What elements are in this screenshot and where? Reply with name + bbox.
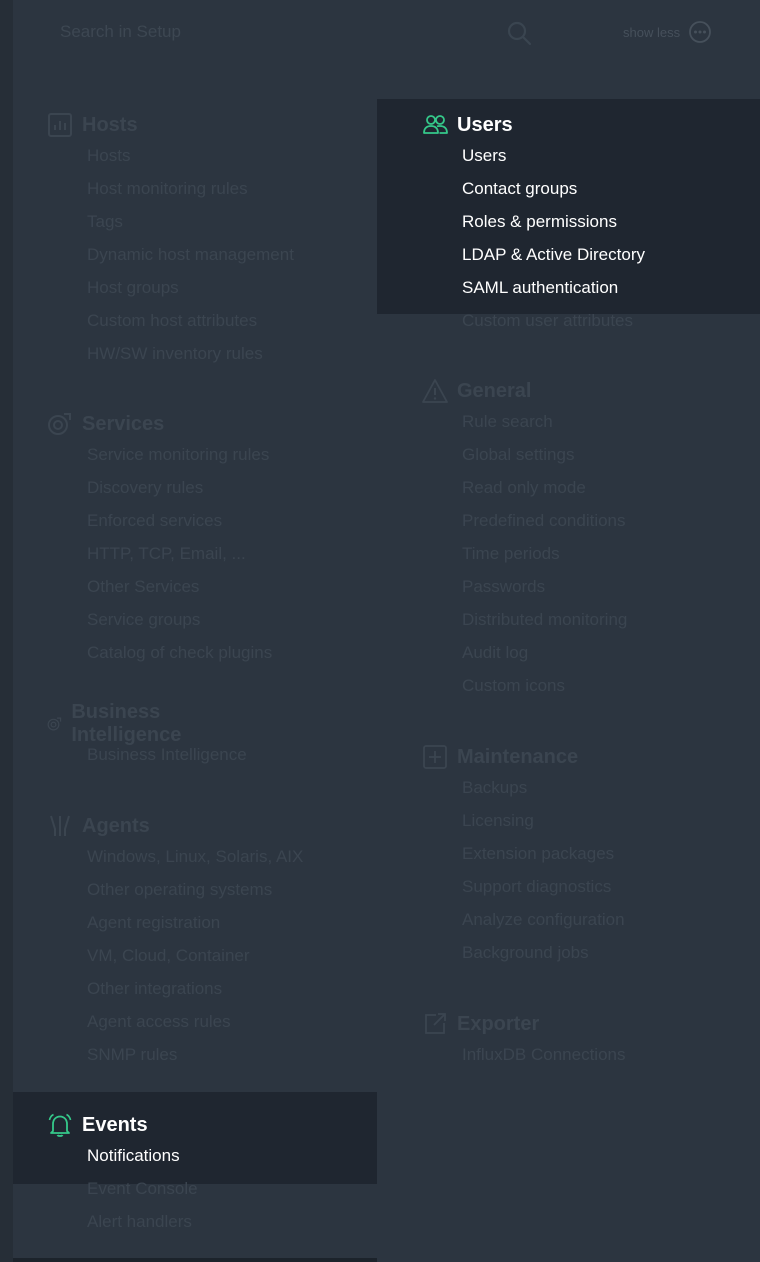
- menu-item-catalog-of-check-plugins[interactable]: Catalog of check plugins: [87, 636, 272, 669]
- group-services-items: Service monitoring rules Discovery rules…: [87, 438, 272, 669]
- group-services-header[interactable]: Services: [47, 410, 164, 438]
- menu-item-contact-groups[interactable]: Contact groups: [462, 172, 645, 205]
- search-bar: show less: [13, 0, 760, 64]
- menu-item-distributed-monitoring[interactable]: Distributed monitoring: [462, 603, 627, 636]
- menu-item-agent-access-rules[interactable]: Agent access rules: [87, 1005, 303, 1038]
- search-input[interactable]: [47, 14, 573, 50]
- group-hosts-header[interactable]: Hosts: [47, 111, 138, 139]
- menu-item-passwords[interactable]: Passwords: [462, 570, 627, 603]
- warning-icon: [422, 379, 448, 403]
- menu-item-dynamic-host-management[interactable]: Dynamic host management: [87, 238, 294, 271]
- left-edge-strip: [0, 0, 13, 1262]
- menu-item-tags[interactable]: Tags: [87, 205, 294, 238]
- menu-item-custom-user-attributes[interactable]: Custom user attributes: [462, 304, 645, 337]
- menu-item-global-settings[interactable]: Global settings: [462, 438, 627, 471]
- menu-item-alert-handlers[interactable]: Alert handlers: [87, 1205, 198, 1238]
- menu-item-roles-permissions[interactable]: Roles & permissions: [462, 205, 645, 238]
- search-icon[interactable]: [506, 20, 532, 46]
- menu-item-ldap-active-directory[interactable]: LDAP & Active Directory: [462, 238, 645, 271]
- menu-item-service-monitoring-rules[interactable]: Service monitoring rules: [87, 438, 272, 471]
- menu-item-custom-icons[interactable]: Custom icons: [462, 669, 627, 702]
- group-users-header[interactable]: Users: [422, 111, 513, 139]
- menu-item-support-diagnostics[interactable]: Support diagnostics: [462, 870, 625, 903]
- more-options-icon: [689, 21, 711, 43]
- services-icon: [48, 413, 71, 435]
- group-hosts-items: Hosts Host monitoring rules Tags Dynamic…: [87, 139, 294, 370]
- menu-item-rule-search[interactable]: Rule search: [462, 405, 627, 438]
- menu-item-extension-packages[interactable]: Extension packages: [462, 837, 625, 870]
- agents-icon: [50, 815, 70, 836]
- menu-item-http-tcp-email[interactable]: HTTP, TCP, Email, ...: [87, 537, 272, 570]
- group-exporter-header[interactable]: Exporter: [422, 1010, 539, 1038]
- menu-item-saml-authentication[interactable]: SAML authentication: [462, 271, 645, 304]
- menu-item-enforced-services[interactable]: Enforced services: [87, 504, 272, 537]
- menu-item-read-only-mode[interactable]: Read only mode: [462, 471, 627, 504]
- menu-item-other-operating-systems[interactable]: Other operating systems: [87, 873, 303, 906]
- menu-item-backups[interactable]: Backups: [462, 771, 625, 804]
- menu-item-notifications[interactable]: Notifications: [87, 1139, 198, 1172]
- group-agents-title: Agents: [82, 814, 150, 837]
- menu-item-host-groups[interactable]: Host groups: [87, 271, 294, 304]
- group-business-intelligence-items: Business Intelligence: [87, 738, 247, 771]
- group-general-header[interactable]: General: [422, 377, 531, 405]
- menu-item-windows-linux-solaris-aix[interactable]: Windows, Linux, Solaris, AIX: [87, 840, 303, 873]
- menu-item-time-periods[interactable]: Time periods: [462, 537, 627, 570]
- group-business-intelligence-header[interactable]: Business Intelligence: [47, 701, 192, 746]
- group-users-items: Users Contact groups Roles & permissions…: [462, 139, 645, 337]
- business-intelligence-icon: [47, 717, 62, 731]
- menu-item-analyze-configuration[interactable]: Analyze configuration: [462, 903, 625, 936]
- menu-item-service-groups[interactable]: Service groups: [87, 603, 272, 636]
- menu-item-vm-cloud-container[interactable]: VM, Cloud, Container: [87, 939, 303, 972]
- menu-item-audit-log[interactable]: Audit log: [462, 636, 627, 669]
- group-services-title: Services: [82, 412, 165, 435]
- menu-item-hosts[interactable]: Hosts: [87, 139, 294, 172]
- menu-item-agent-registration[interactable]: Agent registration: [87, 906, 303, 939]
- group-exporter-title: Exporter: [457, 1012, 540, 1035]
- users-icon: [423, 115, 448, 134]
- bottom-divider: [13, 1258, 377, 1262]
- menu-item-custom-host-attributes[interactable]: Custom host attributes: [87, 304, 294, 337]
- menu-item-host-monitoring-rules[interactable]: Host monitoring rules: [87, 172, 294, 205]
- show-less-label: show less: [623, 24, 681, 40]
- show-less-button[interactable]: show less: [623, 21, 712, 43]
- group-users-title: Users: [457, 113, 513, 136]
- menu-item-hw-sw-inventory-rules[interactable]: HW/SW inventory rules: [87, 337, 294, 370]
- menu-item-predefined-conditions[interactable]: Predefined conditions: [462, 504, 627, 537]
- group-events-items: Notifications Event Console Alert handle…: [87, 1139, 198, 1238]
- group-agents-header[interactable]: Agents: [47, 812, 150, 840]
- group-general-title: General: [457, 379, 532, 402]
- menu-item-influxdb-connections[interactable]: InfluxDB Connections: [462, 1038, 625, 1071]
- menu-item-event-console[interactable]: Event Console: [87, 1172, 198, 1205]
- menu-item-users[interactable]: Users: [462, 139, 645, 172]
- menu-item-licensing[interactable]: Licensing: [462, 804, 625, 837]
- menu-item-business-intelligence[interactable]: Business Intelligence: [87, 738, 247, 771]
- menu-item-other-integrations[interactable]: Other integrations: [87, 972, 303, 1005]
- group-events-title: Events: [82, 1113, 148, 1136]
- group-hosts-title: Hosts: [82, 113, 138, 136]
- hosts-icon: [48, 113, 72, 137]
- group-exporter-items: InfluxDB Connections: [462, 1038, 625, 1071]
- group-events-header[interactable]: Events: [47, 1111, 148, 1139]
- menu-item-background-jobs[interactable]: Background jobs: [462, 936, 625, 969]
- group-agents-items: Windows, Linux, Solaris, AIX Other opera…: [87, 840, 303, 1071]
- group-maintenance-items: Backups Licensing Extension packages Sup…: [462, 771, 625, 969]
- bell-icon: [48, 1113, 72, 1137]
- group-maintenance-header[interactable]: Maintenance: [422, 743, 578, 771]
- export-icon: [425, 1013, 446, 1034]
- menu-item-other-services[interactable]: Other Services: [87, 570, 272, 603]
- menu-item-discovery-rules[interactable]: Discovery rules: [87, 471, 272, 504]
- group-general-items: Rule search Global settings Read only mo…: [462, 405, 627, 702]
- menu-item-snmp-rules[interactable]: SNMP rules: [87, 1038, 303, 1071]
- maintenance-icon: [423, 745, 447, 769]
- group-maintenance-title: Maintenance: [457, 745, 579, 768]
